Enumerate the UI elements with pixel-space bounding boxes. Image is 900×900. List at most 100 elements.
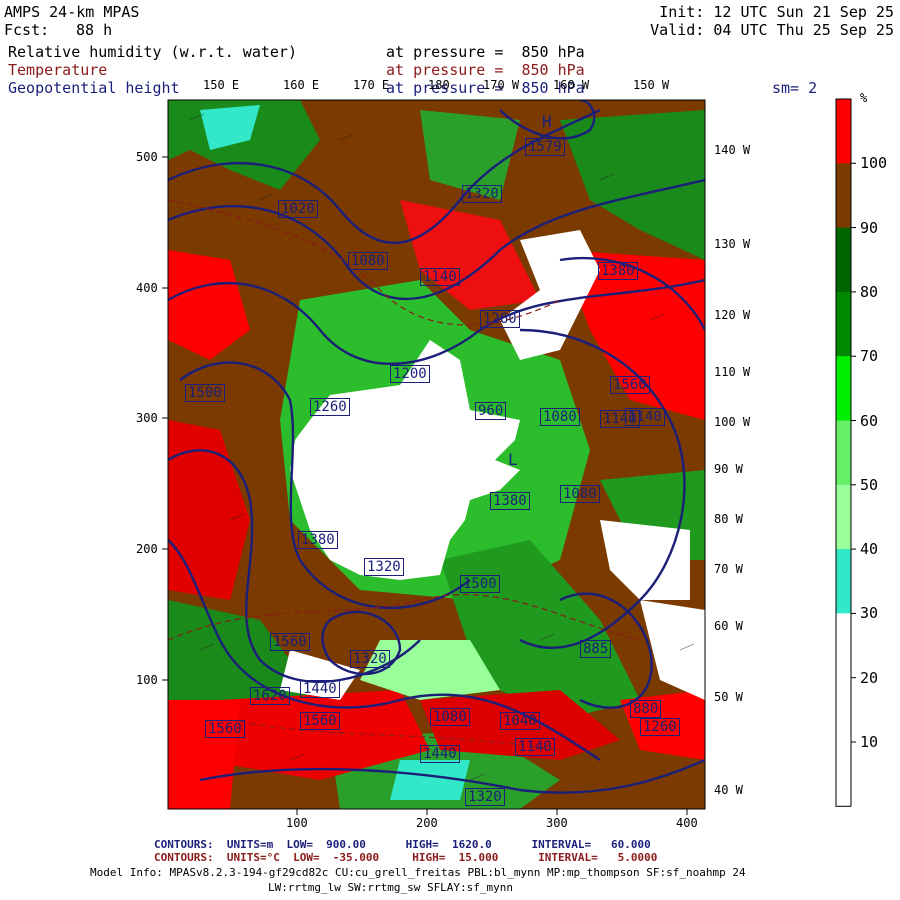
colorbar-segment — [836, 99, 851, 164]
colorbar-label: 70 — [860, 347, 879, 366]
height-contour-label: 1080 — [540, 408, 580, 426]
lon-label-right: 120 W — [714, 308, 751, 322]
field-name-temp: Temperature — [8, 61, 108, 79]
x-tick-label: 100 — [286, 816, 308, 830]
height-contour-label: 1620 — [250, 687, 290, 705]
height-contour-label: 1260 — [640, 718, 680, 736]
map-canvas — [162, 98, 856, 815]
height-contour-label: 1560 — [610, 376, 650, 394]
colorbar-label: 100 — [860, 154, 888, 173]
colorbar-label: 50 — [860, 475, 879, 494]
x-tick-label: 300 — [546, 816, 568, 830]
contour-info-temperature: CONTOURS: UNITS=°C LOW= -35.000 HIGH= 15… — [154, 851, 658, 864]
field-name-height: Geopotential height — [8, 79, 180, 97]
height-contour-label: 1440 — [420, 745, 460, 763]
colorbar-segment — [836, 742, 851, 807]
colorbar-label: 60 — [860, 411, 879, 430]
height-contour-label: 880 — [630, 700, 662, 718]
lon-label-right: 50 W — [714, 690, 743, 704]
high-pressure-symbol: H — [542, 112, 552, 131]
height-contour-label: 1200 — [390, 365, 430, 383]
colorbar-unit: % — [860, 91, 868, 105]
lon-label-right: 70 W — [714, 562, 743, 576]
y-tick-label: 100 — [136, 673, 158, 687]
forecast-hour: 88 h — [76, 21, 113, 39]
colorbar-label: 40 — [860, 540, 879, 559]
colorbar — [835, 98, 856, 807]
y-tick-label: 400 — [136, 281, 158, 295]
lon-label-top: 180 — [428, 78, 450, 92]
lon-label-right: 40 W — [714, 783, 743, 797]
height-contour-label: 1380 — [598, 262, 638, 280]
lon-label-right: 60 W — [714, 619, 743, 633]
colorbar-label: 30 — [860, 604, 879, 623]
colorbar-segment — [836, 163, 851, 229]
colorbar-segment — [836, 613, 851, 679]
height-contour-label: 1320 — [465, 788, 505, 806]
lon-label-right: 130 W — [714, 237, 751, 251]
height-contour-label: 1040 — [500, 712, 540, 730]
y-tick-label: 500 — [136, 150, 158, 164]
height-contour-label: 1020 — [278, 200, 318, 218]
height-contour-label: 1380 — [490, 492, 530, 510]
height-contour-label: 885 — [580, 640, 612, 658]
height-contour-label: 1260 — [480, 310, 520, 328]
valid-time: Valid: 04 UTC Thu 25 Sep 25 — [650, 21, 894, 39]
colorbar-segment — [836, 420, 851, 486]
height-contour-label: 1080 — [560, 485, 600, 503]
height-contour-label: 960 — [475, 402, 507, 420]
colorbar-segment — [836, 227, 851, 293]
height-contour-label: 1320 — [350, 650, 390, 668]
height-contour-label: 1260 — [310, 398, 350, 416]
colorbar-segment — [836, 549, 851, 614]
x-tick-label: 400 — [676, 816, 698, 830]
forecast-label: Fcst: — [4, 21, 50, 39]
smoothing-label: sm= 2 — [772, 79, 818, 97]
y-tick-label: 300 — [136, 411, 158, 425]
lon-label-top: 170 E — [353, 78, 390, 92]
height-contour-label: 1579 — [525, 138, 565, 156]
field-name-rh: Relative humidity (w.r.t. water) — [8, 43, 297, 61]
lon-label-right: 140 W — [714, 143, 751, 157]
lon-label-right: 100 W — [714, 415, 751, 429]
lon-label-top: 170 W — [483, 78, 520, 92]
height-contour-label: 1140 — [625, 408, 665, 426]
height-contour-label: 1500 — [460, 575, 500, 593]
height-contour-label: 1320 — [364, 558, 404, 576]
lon-label-right: 110 W — [714, 365, 751, 379]
lon-label-top: 150 W — [633, 78, 670, 92]
lon-label-right: 80 W — [714, 512, 743, 526]
contour-info-height: CONTOURS: UNITS=m LOW= 900.00 HIGH= 1620… — [154, 838, 651, 851]
lon-label-right: 90 W — [714, 462, 743, 476]
x-tick-label: 200 — [416, 816, 438, 830]
height-contour-label: 1080 — [348, 252, 388, 270]
height-contour-label: 1560 — [270, 633, 310, 651]
colorbar-segment — [836, 356, 851, 421]
colorbar-label: 80 — [860, 282, 879, 301]
lon-label-top: 160 W — [553, 78, 590, 92]
height-contour-label: 1320 — [462, 185, 502, 203]
colorbar-label: 20 — [860, 668, 879, 687]
model-info: Model Info: MPASv8.2.3-194-gf29cd82c CU:… — [90, 866, 746, 879]
lon-label-top: 150 E — [203, 78, 240, 92]
height-contour-label: 1500 — [185, 384, 225, 402]
height-contour-label: 1140 — [515, 738, 555, 756]
lon-label-top: 160 E — [283, 78, 320, 92]
height-contour-label: 1140 — [420, 268, 460, 286]
height-contour-label: 1560 — [205, 720, 245, 738]
model-title: AMPS 24-km MPAS — [4, 3, 140, 21]
colorbar-segment — [836, 291, 851, 357]
colorbar-segment — [836, 677, 851, 743]
init-time: Init: 12 UTC Sun 21 Sep 25 — [659, 3, 894, 21]
height-contour-label: 1440 — [300, 680, 340, 698]
field-level-temp: at pressure = 850 hPa — [386, 61, 585, 79]
colorbar-label: 10 — [860, 733, 879, 751]
colorbar-label: 90 — [860, 218, 879, 237]
field-level-rh: at pressure = 850 hPa — [386, 43, 585, 61]
colorbar-segment — [836, 484, 851, 550]
low-pressure-symbol: L — [508, 450, 518, 469]
model-info-physics: LW:rrtmg_lw SW:rrtmg_sw SFLAY:sf_mynn — [268, 881, 514, 894]
height-contour-label: 1560 — [300, 712, 340, 730]
height-contour-label: 1380 — [298, 531, 338, 549]
y-tick-label: 200 — [136, 542, 158, 556]
